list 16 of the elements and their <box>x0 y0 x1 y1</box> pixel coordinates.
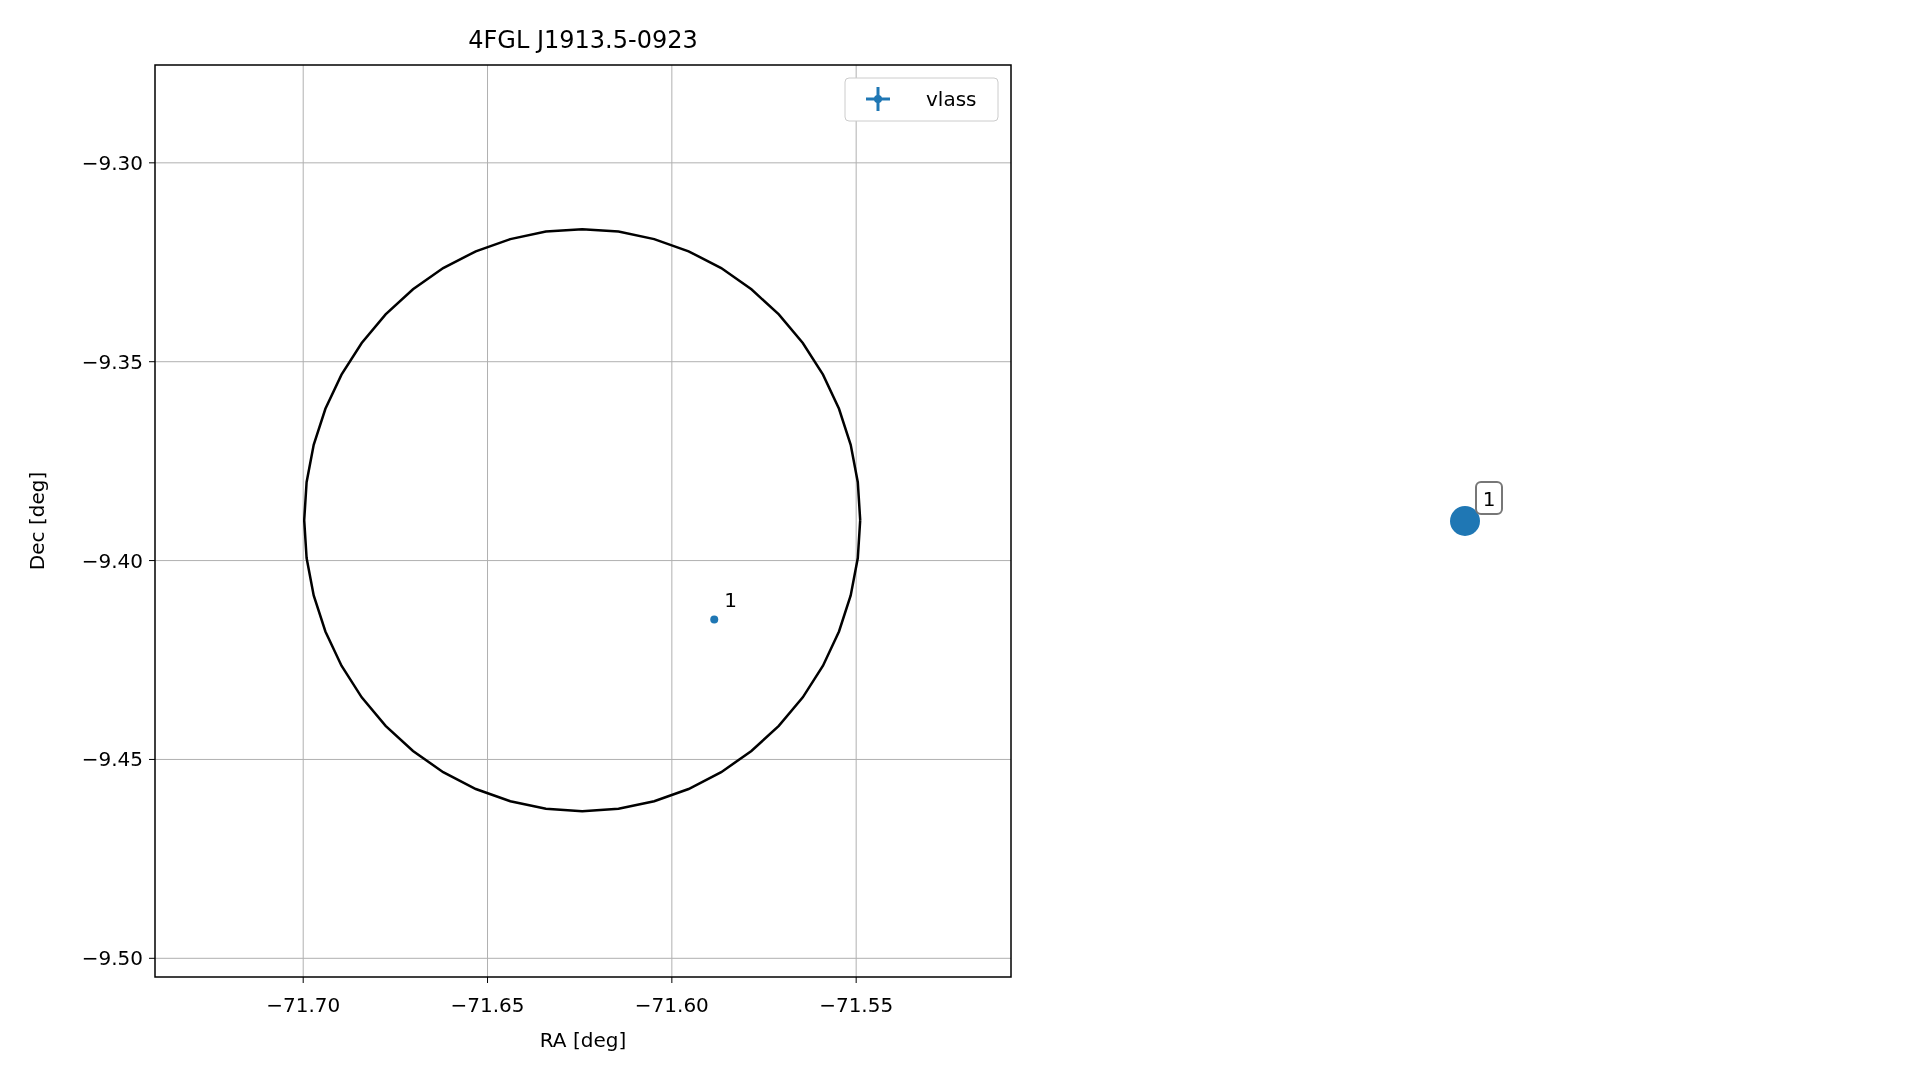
tick-label: −9.30 <box>81 150 143 175</box>
axis-label: Dec [deg] <box>25 471 49 571</box>
point-label: 1 <box>724 588 737 613</box>
axis-label: RA [deg] <box>539 1028 627 1052</box>
tick-label: −9.35 <box>81 349 143 374</box>
tick-label: −71.55 <box>819 993 894 1017</box>
legend-label: vlass <box>926 87 977 111</box>
tick-label: −71.65 <box>450 993 525 1017</box>
chart-title: 4FGL J1913.5-0923 <box>468 26 698 54</box>
tick-label: −9.45 <box>81 747 143 772</box>
tick-label: −9.40 <box>81 548 143 573</box>
number-badge: 1 <box>1475 481 1503 515</box>
tick-label: −71.70 <box>266 993 341 1017</box>
tick-label: −71.60 <box>634 993 709 1017</box>
tick-label: −9.50 <box>81 946 143 971</box>
errorbar-marker-icon <box>866 87 890 111</box>
